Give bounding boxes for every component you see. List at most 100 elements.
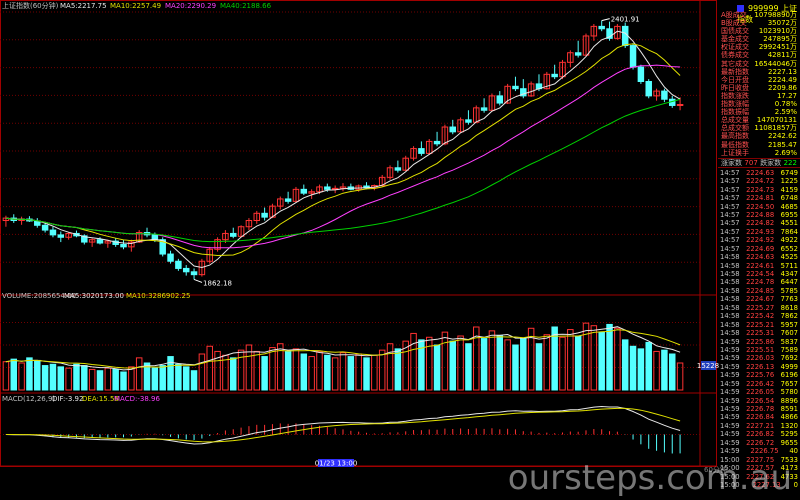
candle bbox=[645, 81, 652, 97]
stat-label: B股成交 bbox=[721, 19, 747, 28]
tick-row: 14:58 2224.61 5711 bbox=[718, 262, 800, 270]
stat-row: A股成交 10798890万 bbox=[718, 11, 800, 19]
candle bbox=[300, 188, 308, 194]
candle bbox=[96, 239, 104, 244]
candle bbox=[261, 212, 268, 218]
tick-row: 14:58 2224.85 5785 bbox=[718, 287, 800, 295]
candle bbox=[676, 104, 684, 107]
volume-bar bbox=[606, 323, 613, 391]
tick-row: 14:57 2224.50 4685 bbox=[718, 203, 800, 211]
candle bbox=[637, 66, 645, 82]
stat-row: 今日开盘 2224.49 bbox=[718, 76, 800, 84]
tick-time: 14:59 bbox=[720, 337, 740, 346]
stat-value: 247895万 bbox=[763, 35, 797, 44]
tick-volume: 7763 bbox=[780, 295, 798, 304]
stats-list: A股成交 10798890万 B股成交 35072万 国债成交 1023910万 基金成交 2… bbox=[718, 11, 800, 157]
volume-bar bbox=[120, 371, 127, 391]
volume-bar bbox=[151, 367, 159, 391]
stock-chart[interactable]: 2401.911862.18上证指数(60分钟) MA5:2217.75 MA10:… bbox=[0, 0, 800, 500]
stat-value: 2209.86 bbox=[768, 83, 797, 92]
candle bbox=[465, 119, 472, 123]
tick-row: 14:59 2226.54 8896 bbox=[718, 397, 800, 405]
volume-bar bbox=[159, 365, 166, 391]
volume-bar bbox=[49, 363, 57, 391]
tick-price: 2227.21 bbox=[746, 421, 775, 430]
tick-price: 2226.78 bbox=[746, 405, 775, 414]
candle bbox=[284, 198, 292, 202]
tick-time: 14:58 bbox=[720, 278, 740, 287]
tick-time: 14:57 bbox=[720, 177, 740, 186]
volume-bar bbox=[253, 350, 261, 391]
tick-volume: 4922 bbox=[780, 236, 798, 245]
stat-row: 指数涨跌 17.27 bbox=[718, 92, 800, 100]
high-marker-label: 2401.91 bbox=[611, 16, 640, 24]
volume-ma10-legend: MA10:3286902.25 bbox=[126, 292, 190, 300]
volume-bar bbox=[237, 349, 245, 391]
tick-time: 14:57 bbox=[720, 227, 740, 236]
candle bbox=[49, 229, 57, 236]
volume-bar bbox=[598, 331, 605, 391]
tick-time: 14:57 bbox=[720, 210, 740, 219]
tick-time: 14:59 bbox=[720, 438, 740, 447]
tick-time: 14:59 bbox=[720, 379, 740, 388]
volume-bar bbox=[339, 352, 347, 391]
volume-bar bbox=[167, 356, 174, 391]
tick-volume: 5780 bbox=[780, 388, 798, 397]
macd-legend: MACD:-38.96 bbox=[114, 395, 160, 403]
volume-bar bbox=[410, 332, 417, 391]
volume-bar bbox=[465, 343, 472, 391]
stat-value: 2.69% bbox=[774, 148, 797, 157]
ma40-line bbox=[5, 98, 681, 243]
dea-line bbox=[5, 407, 681, 443]
tick-row: 14:57 2224.93 7864 bbox=[718, 228, 800, 236]
candle bbox=[57, 234, 65, 238]
candle bbox=[449, 126, 456, 133]
stat-label: 昨日收盘 bbox=[721, 83, 749, 92]
volume-bar bbox=[230, 357, 237, 391]
tick-time: 14:58 bbox=[720, 312, 740, 321]
volume-bar bbox=[504, 339, 511, 391]
ma10-legend: MA10:2257.49 bbox=[110, 2, 161, 10]
tick-row: 14:57 2224.72 1225 bbox=[718, 177, 800, 185]
ma40-legend: MA40:2188.66 bbox=[220, 2, 272, 10]
volume-bar bbox=[128, 366, 135, 391]
candle bbox=[175, 260, 182, 269]
stat-label: 债券成交 bbox=[721, 51, 749, 60]
stat-row: 最高指数 2242.62 bbox=[718, 132, 800, 140]
volume-bar bbox=[457, 335, 464, 391]
tick-price: 2224.92 bbox=[746, 236, 775, 245]
stat-row: B股成交 35072万 bbox=[718, 19, 800, 27]
tick-time: 14:58 bbox=[720, 270, 740, 279]
watermark: oursteps.com.au bbox=[507, 458, 792, 498]
tick-list[interactable]: 14:57 2224.63 6749 14:57 2224.72 1225 14:57 222… bbox=[718, 169, 800, 490]
tick-price: 2226.42 bbox=[746, 379, 775, 388]
volume-bar bbox=[261, 356, 268, 391]
tick-volume: 7862 bbox=[780, 312, 798, 321]
tick-row: 14:59 2226.82 5295 bbox=[718, 430, 800, 438]
tick-row: 14:57 2224.81 6748 bbox=[718, 194, 800, 202]
candle bbox=[182, 267, 190, 273]
tick-volume: 4551 bbox=[780, 219, 798, 228]
stat-value: 35072万 bbox=[767, 19, 797, 28]
tick-row: 14:59 2226.05 5780 bbox=[718, 388, 800, 396]
stat-label: 最高指数 bbox=[721, 132, 749, 141]
tick-time: 14:57 bbox=[720, 219, 740, 228]
tick-price: 2224.50 bbox=[746, 202, 775, 211]
tick-price: 2224.93 bbox=[746, 227, 775, 236]
volume-bar bbox=[480, 338, 488, 391]
ma5-line bbox=[5, 30, 681, 269]
tick-price: 2224.88 bbox=[746, 210, 775, 219]
tick-volume: 5837 bbox=[780, 337, 798, 346]
tick-volume: 5295 bbox=[780, 430, 798, 439]
stat-label: 上证换手 bbox=[721, 148, 749, 157]
tick-row: 14:59 2227.21 1320 bbox=[718, 422, 800, 430]
tick-row: 14:57 2224.88 6955 bbox=[718, 211, 800, 219]
tick-price: 2226.84 bbox=[746, 413, 775, 422]
tick-volume: 8591 bbox=[780, 405, 798, 414]
tick-price: 2224.72 bbox=[746, 177, 775, 186]
volume-bar bbox=[394, 348, 402, 391]
volume-bar bbox=[386, 343, 394, 391]
volume-bar bbox=[378, 349, 386, 391]
candle bbox=[661, 90, 668, 100]
tick-time: 14:59 bbox=[720, 413, 740, 422]
